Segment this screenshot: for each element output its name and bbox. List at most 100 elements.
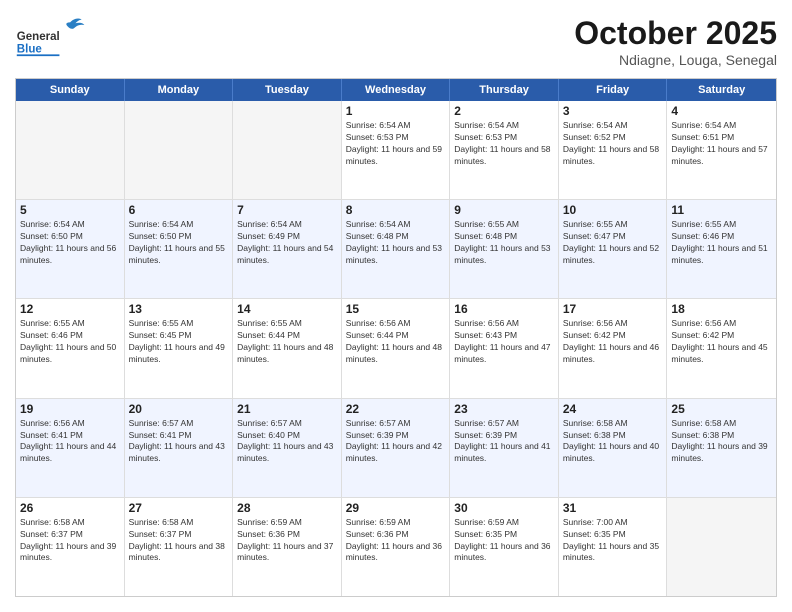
table-row (125, 101, 234, 199)
day-info: Sunrise: 6:59 AM Sunset: 6:36 PM Dayligh… (346, 517, 446, 565)
table-row: 5 Sunrise: 6:54 AM Sunset: 6:50 PM Dayli… (16, 200, 125, 298)
day-number: 4 (671, 104, 772, 118)
day-number: 30 (454, 501, 554, 515)
header-tuesday: Tuesday (233, 79, 342, 101)
day-number: 9 (454, 203, 554, 217)
svg-text:Blue: Blue (17, 44, 43, 56)
day-info: Sunrise: 6:56 AM Sunset: 6:43 PM Dayligh… (454, 318, 554, 366)
table-row: 27 Sunrise: 6:58 AM Sunset: 6:37 PM Dayl… (125, 498, 234, 596)
header-wednesday: Wednesday (342, 79, 451, 101)
calendar-header: Sunday Monday Tuesday Wednesday Thursday… (16, 79, 776, 101)
month-title: October 2025 (574, 15, 777, 52)
table-row: 17 Sunrise: 6:56 AM Sunset: 6:42 PM Dayl… (559, 299, 668, 397)
table-row: 26 Sunrise: 6:58 AM Sunset: 6:37 PM Dayl… (16, 498, 125, 596)
day-number: 26 (20, 501, 120, 515)
day-number: 23 (454, 402, 554, 416)
day-info: Sunrise: 6:55 AM Sunset: 6:46 PM Dayligh… (671, 219, 772, 267)
day-number: 27 (129, 501, 229, 515)
table-row: 2 Sunrise: 6:54 AM Sunset: 6:53 PM Dayli… (450, 101, 559, 199)
day-number: 22 (346, 402, 446, 416)
day-info: Sunrise: 6:55 AM Sunset: 6:48 PM Dayligh… (454, 219, 554, 267)
svg-text:General: General (17, 31, 60, 43)
day-number: 1 (346, 104, 446, 118)
day-info: Sunrise: 6:55 AM Sunset: 6:44 PM Dayligh… (237, 318, 337, 366)
day-number: 20 (129, 402, 229, 416)
day-info: Sunrise: 6:56 AM Sunset: 6:44 PM Dayligh… (346, 318, 446, 366)
day-info: Sunrise: 6:54 AM Sunset: 6:53 PM Dayligh… (454, 120, 554, 168)
header-friday: Friday (559, 79, 668, 101)
week-row-4: 19 Sunrise: 6:56 AM Sunset: 6:41 PM Dayl… (16, 399, 776, 498)
calendar-body: 1 Sunrise: 6:54 AM Sunset: 6:53 PM Dayli… (16, 101, 776, 596)
table-row: 13 Sunrise: 6:55 AM Sunset: 6:45 PM Dayl… (125, 299, 234, 397)
table-row (233, 101, 342, 199)
week-row-5: 26 Sunrise: 6:58 AM Sunset: 6:37 PM Dayl… (16, 498, 776, 596)
day-number: 19 (20, 402, 120, 416)
table-row: 6 Sunrise: 6:54 AM Sunset: 6:50 PM Dayli… (125, 200, 234, 298)
day-number: 24 (563, 402, 663, 416)
day-info: Sunrise: 6:56 AM Sunset: 6:42 PM Dayligh… (563, 318, 663, 366)
table-row: 30 Sunrise: 6:59 AM Sunset: 6:35 PM Dayl… (450, 498, 559, 596)
table-row: 16 Sunrise: 6:56 AM Sunset: 6:43 PM Dayl… (450, 299, 559, 397)
day-number: 3 (563, 104, 663, 118)
table-row: 24 Sunrise: 6:58 AM Sunset: 6:38 PM Dayl… (559, 399, 668, 497)
title-block: October 2025 Ndiagne, Louga, Senegal (574, 15, 777, 68)
table-row: 29 Sunrise: 6:59 AM Sunset: 6:36 PM Dayl… (342, 498, 451, 596)
day-info: Sunrise: 6:54 AM Sunset: 6:52 PM Dayligh… (563, 120, 663, 168)
table-row: 3 Sunrise: 6:54 AM Sunset: 6:52 PM Dayli… (559, 101, 668, 199)
header-thursday: Thursday (450, 79, 559, 101)
table-row: 19 Sunrise: 6:56 AM Sunset: 6:41 PM Dayl… (16, 399, 125, 497)
table-row: 25 Sunrise: 6:58 AM Sunset: 6:38 PM Dayl… (667, 399, 776, 497)
page-header: General Blue October 2025 Ndiagne, Louga… (15, 15, 777, 68)
day-info: Sunrise: 6:55 AM Sunset: 6:45 PM Dayligh… (129, 318, 229, 366)
day-info: Sunrise: 6:54 AM Sunset: 6:50 PM Dayligh… (20, 219, 120, 267)
week-row-3: 12 Sunrise: 6:55 AM Sunset: 6:46 PM Dayl… (16, 299, 776, 398)
day-number: 16 (454, 302, 554, 316)
day-number: 12 (20, 302, 120, 316)
day-number: 17 (563, 302, 663, 316)
calendar: Sunday Monday Tuesday Wednesday Thursday… (15, 78, 777, 597)
day-info: Sunrise: 6:58 AM Sunset: 6:37 PM Dayligh… (20, 517, 120, 565)
day-info: Sunrise: 6:56 AM Sunset: 6:42 PM Dayligh… (671, 318, 772, 366)
day-number: 14 (237, 302, 337, 316)
day-info: Sunrise: 6:59 AM Sunset: 6:35 PM Dayligh… (454, 517, 554, 565)
day-info: Sunrise: 6:58 AM Sunset: 6:38 PM Dayligh… (563, 418, 663, 466)
day-info: Sunrise: 7:00 AM Sunset: 6:35 PM Dayligh… (563, 517, 663, 565)
day-number: 29 (346, 501, 446, 515)
header-saturday: Saturday (667, 79, 776, 101)
logo: General Blue (15, 15, 95, 60)
day-number: 15 (346, 302, 446, 316)
day-number: 21 (237, 402, 337, 416)
day-info: Sunrise: 6:56 AM Sunset: 6:41 PM Dayligh… (20, 418, 120, 466)
day-info: Sunrise: 6:54 AM Sunset: 6:49 PM Dayligh… (237, 219, 337, 267)
table-row: 28 Sunrise: 6:59 AM Sunset: 6:36 PM Dayl… (233, 498, 342, 596)
day-number: 2 (454, 104, 554, 118)
day-number: 18 (671, 302, 772, 316)
table-row: 8 Sunrise: 6:54 AM Sunset: 6:48 PM Dayli… (342, 200, 451, 298)
table-row: 23 Sunrise: 6:57 AM Sunset: 6:39 PM Dayl… (450, 399, 559, 497)
table-row: 21 Sunrise: 6:57 AM Sunset: 6:40 PM Dayl… (233, 399, 342, 497)
week-row-2: 5 Sunrise: 6:54 AM Sunset: 6:50 PM Dayli… (16, 200, 776, 299)
table-row: 10 Sunrise: 6:55 AM Sunset: 6:47 PM Dayl… (559, 200, 668, 298)
day-info: Sunrise: 6:54 AM Sunset: 6:51 PM Dayligh… (671, 120, 772, 168)
table-row: 11 Sunrise: 6:55 AM Sunset: 6:46 PM Dayl… (667, 200, 776, 298)
day-info: Sunrise: 6:55 AM Sunset: 6:47 PM Dayligh… (563, 219, 663, 267)
table-row: 7 Sunrise: 6:54 AM Sunset: 6:49 PM Dayli… (233, 200, 342, 298)
day-info: Sunrise: 6:57 AM Sunset: 6:40 PM Dayligh… (237, 418, 337, 466)
table-row: 18 Sunrise: 6:56 AM Sunset: 6:42 PM Dayl… (667, 299, 776, 397)
day-number: 25 (671, 402, 772, 416)
header-sunday: Sunday (16, 79, 125, 101)
table-row: 9 Sunrise: 6:55 AM Sunset: 6:48 PM Dayli… (450, 200, 559, 298)
day-info: Sunrise: 6:57 AM Sunset: 6:39 PM Dayligh… (454, 418, 554, 466)
day-info: Sunrise: 6:58 AM Sunset: 6:38 PM Dayligh… (671, 418, 772, 466)
day-number: 8 (346, 203, 446, 217)
day-number: 6 (129, 203, 229, 217)
week-row-1: 1 Sunrise: 6:54 AM Sunset: 6:53 PM Dayli… (16, 101, 776, 200)
table-row: 31 Sunrise: 7:00 AM Sunset: 6:35 PM Dayl… (559, 498, 668, 596)
table-row: 15 Sunrise: 6:56 AM Sunset: 6:44 PM Dayl… (342, 299, 451, 397)
table-row: 20 Sunrise: 6:57 AM Sunset: 6:41 PM Dayl… (125, 399, 234, 497)
day-info: Sunrise: 6:54 AM Sunset: 6:53 PM Dayligh… (346, 120, 446, 168)
day-info: Sunrise: 6:54 AM Sunset: 6:48 PM Dayligh… (346, 219, 446, 267)
day-info: Sunrise: 6:58 AM Sunset: 6:37 PM Dayligh… (129, 517, 229, 565)
day-number: 28 (237, 501, 337, 515)
logo-svg: General Blue (15, 15, 95, 60)
